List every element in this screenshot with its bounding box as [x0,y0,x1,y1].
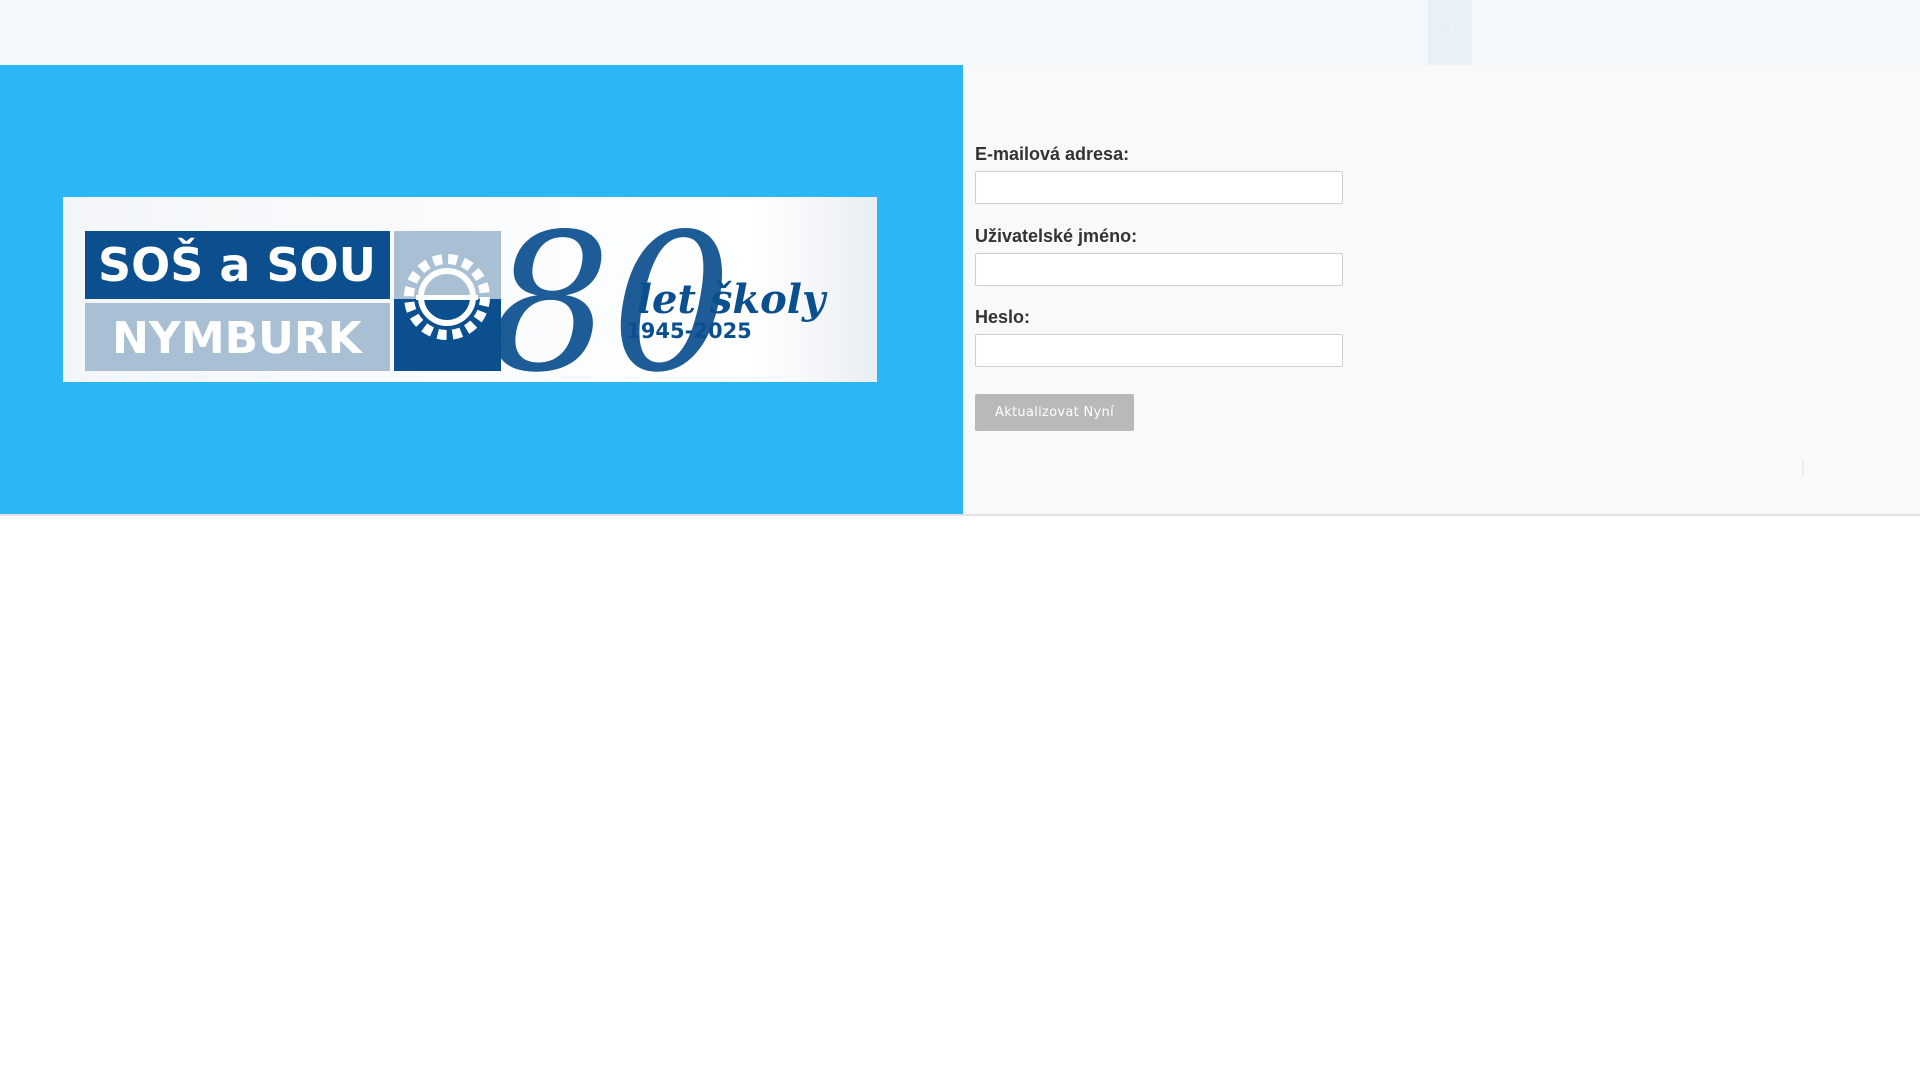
logo-line2: NYMBURK [112,313,364,364]
school-logo-graphic: SOŠ a SOU NYMBURK 80 let školy 1945-2025 [63,197,877,382]
gear-icon [394,231,501,371]
top-bar: › [0,0,1920,65]
update-now-button[interactable]: Aktualizovat Nyní [975,394,1134,431]
top-bar-tab[interactable]: › [1428,0,1472,65]
email-field[interactable] [975,171,1343,204]
logo-line1: SOŠ a SOU [98,238,376,292]
panel-divider [0,514,1920,516]
logo-anniversary-text: let školy [637,276,828,323]
school-logo: SOŠ a SOU NYMBURK 80 let školy 1945-2025 [63,197,877,382]
username-field[interactable] [975,253,1343,286]
login-form-panel [963,65,1920,514]
password-label: Heslo: [975,307,1031,327]
username-label: Uživatelské jméno: [975,226,1138,246]
chevron-icon: › [1446,24,1450,35]
password-field[interactable] [975,334,1343,367]
email-label: E-mailová adresa: [975,144,1130,164]
logo-years: 1945-2025 [626,319,752,343]
scroll-marker [1802,460,1804,476]
